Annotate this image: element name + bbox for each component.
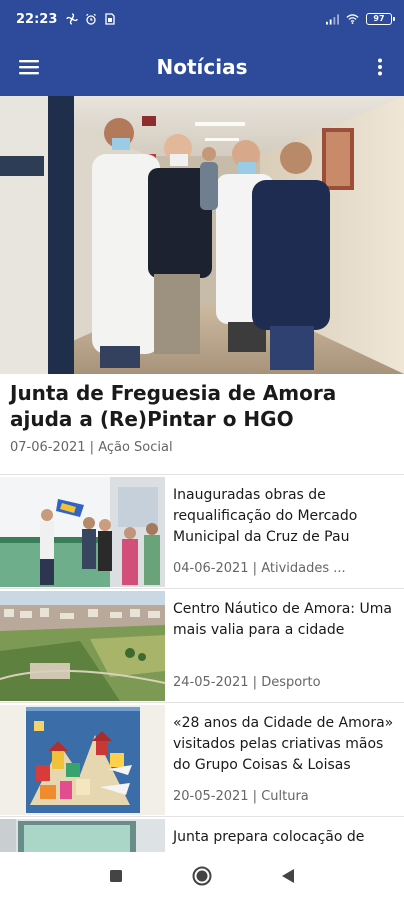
more-vert-icon[interactable] bbox=[356, 38, 404, 96]
signal-icon bbox=[326, 13, 339, 26]
page-title: Notícias bbox=[156, 55, 248, 79]
news-title: Centro Náutico de Amora: Uma mais valia … bbox=[173, 601, 392, 638]
featured-article[interactable]: Junta de Freguesia de Amora ajuda a (Re)… bbox=[0, 96, 404, 474]
news-thumbnail bbox=[0, 477, 165, 587]
news-title: Inauguradas obras de requalificação do M… bbox=[173, 487, 358, 545]
wifi-icon bbox=[346, 13, 359, 26]
status-time: 22:23 bbox=[16, 11, 58, 27]
status-bar: 22:23 97 bbox=[0, 0, 404, 38]
news-meta: 24-05-2021 | Desporto bbox=[173, 675, 321, 690]
sim-icon bbox=[103, 13, 116, 26]
list-item[interactable]: Centro Náutico de Amora: Uma mais valia … bbox=[0, 588, 404, 702]
home-icon[interactable] bbox=[191, 865, 213, 887]
featured-meta: 07-06-2021 | Ação Social bbox=[10, 440, 173, 455]
featured-title: Junta de Freguesia de Amora ajuda a (Re)… bbox=[10, 381, 337, 431]
list-item[interactable]: «28 anos da Cidade de Amora» visitados p… bbox=[0, 702, 404, 816]
featured-image bbox=[0, 96, 404, 374]
back-icon[interactable] bbox=[277, 865, 299, 887]
news-meta: 04-06-2021 | Atividades ... bbox=[173, 561, 346, 576]
news-thumbnail bbox=[0, 819, 165, 852]
news-meta: 20-05-2021 | Cultura bbox=[173, 789, 309, 804]
list-item[interactable]: Junta prepara colocação de bbox=[0, 816, 404, 852]
news-title: Junta prepara colocação de bbox=[173, 829, 365, 845]
battery-icon: 97 bbox=[366, 13, 395, 25]
list-item[interactable]: Inauguradas obras de requalificação do M… bbox=[0, 474, 404, 588]
app-bar: Notícias bbox=[0, 38, 404, 96]
news-title: «28 anos da Cidade de Amora» visitados p… bbox=[173, 715, 394, 773]
alarm-icon bbox=[84, 13, 97, 26]
news-thumbnail bbox=[0, 591, 165, 701]
fan-icon bbox=[65, 13, 78, 26]
recents-icon[interactable] bbox=[105, 865, 127, 887]
news-thumbnail bbox=[0, 705, 165, 815]
system-nav-bar bbox=[0, 852, 404, 900]
